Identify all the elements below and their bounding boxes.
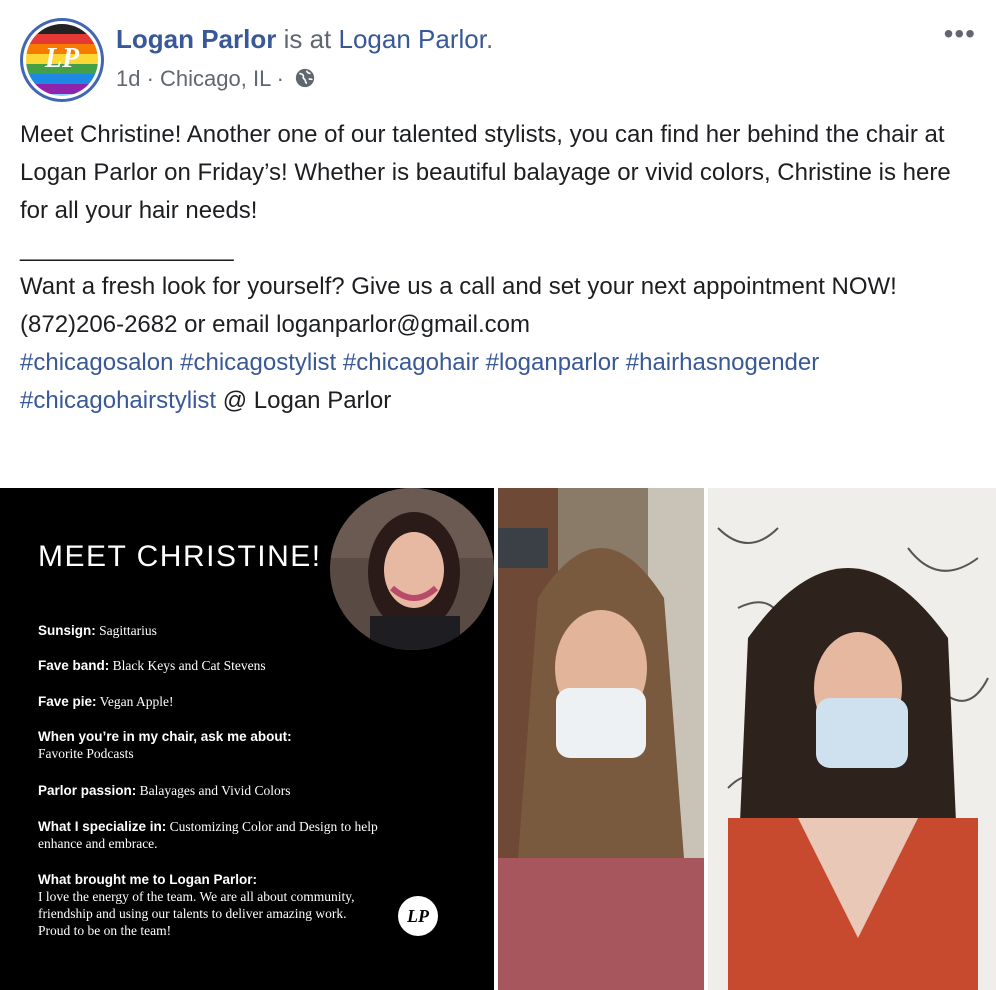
contact-line: (872)206-2682 or email loganparlor@gmail… [20,311,530,338]
page-avatar[interactable]: LP [20,18,104,102]
hashtag-link[interactable]: #chicagohairstylist [20,387,216,414]
card-item-value: Balayages and Vivid Colors [136,783,291,798]
page-name-link[interactable]: Logan Parlor [116,24,276,54]
place-link[interactable]: Logan Parlor [339,24,486,54]
flag-stripe [26,84,98,94]
card-item-key: Parlor passion: [38,783,137,798]
card-title: MEET CHRISTINE! [38,540,322,573]
card-item-key: Fave band: [38,658,110,673]
meta-separator-2: · [270,66,291,91]
hashtag-link[interactable]: #chicagohair [343,349,479,376]
post-header: LP Logan Parlor is at Logan Parlor. 1d ·… [20,14,976,104]
hashtag-link[interactable]: #hairhasnogender [626,349,820,376]
flag-stripe [26,94,98,96]
card-item-value: Vegan Apple! [96,694,174,709]
hashtag-link[interactable]: #loganparlor [486,349,619,376]
hashtag-line: #chicagosalon #chicagostylist #chicagoha… [20,344,980,420]
post-author-line: Logan Parlor is at Logan Parlor. [116,24,493,55]
tag-suffix: @ Logan Parlor [216,387,392,414]
card-item-passion: Parlor passion: Balayages and Vivid Colo… [38,782,438,799]
card-item-key: When you’re in my chair, ask me about: [38,729,292,744]
card-item-key: What brought me to Logan Parlor: [38,872,257,887]
card-item-key: Fave pie: [38,694,97,709]
meta-separator: · [140,66,161,91]
photo-collage: MEET CHRISTINE! Sunsign: Sagittarius Fav… [0,488,996,990]
logo-badge: LP [398,896,438,936]
post-paragraph-1: Meet Christine! Another one of our talen… [20,121,951,224]
text-divider: ________________ [20,235,234,262]
post-text: Meet Christine! Another one of our talen… [20,116,980,420]
card-item-value: Sagittarius [95,623,157,638]
card-item-specialize: What I specialize in: Customizing Color … [38,818,418,852]
card-item-value: Favorite Podcasts [38,746,134,761]
flag-stripe [26,24,98,34]
before-photo[interactable] [498,488,704,990]
place-suffix: . [485,24,494,54]
post-meta: 1d · Chicago, IL · [116,66,316,95]
card-item-sunsign: Sunsign: Sagittarius [38,622,438,639]
after-photo[interactable] [708,488,996,990]
card-item-key: Sunsign: [38,623,96,638]
card-item-ask-me: When you’re in my chair, ask me about: F… [38,728,438,762]
hashtag-link[interactable]: #chicagosalon [20,349,173,376]
post-paragraph-2: Want a fresh look for yourself? Give us … [20,273,897,300]
avatar-monogram: LP [44,43,80,74]
hashtag-link[interactable]: #chicagostylist [180,349,336,376]
timestamp-link[interactable]: 1d [116,66,140,91]
card-item-pie: Fave pie: Vegan Apple! [38,693,438,710]
action-text: is at [276,24,339,54]
location-link[interactable]: Chicago, IL [160,66,270,91]
flag-stripe [26,74,98,84]
globe-icon[interactable] [294,67,316,95]
card-item-value: I love the energy of the team. We are al… [38,889,355,938]
card-item-brought-me: What brought me to Logan Parlor: I love … [38,871,378,939]
card-item-band: Fave band: Black Keys and Cat Stevens [38,657,438,674]
card-item-value: Black Keys and Cat Stevens [109,658,266,673]
more-options-icon[interactable]: ••• [944,18,976,50]
card-item-key: What I specialize in: [38,819,167,834]
meet-christine-card[interactable]: MEET CHRISTINE! Sunsign: Sagittarius Fav… [0,488,494,990]
